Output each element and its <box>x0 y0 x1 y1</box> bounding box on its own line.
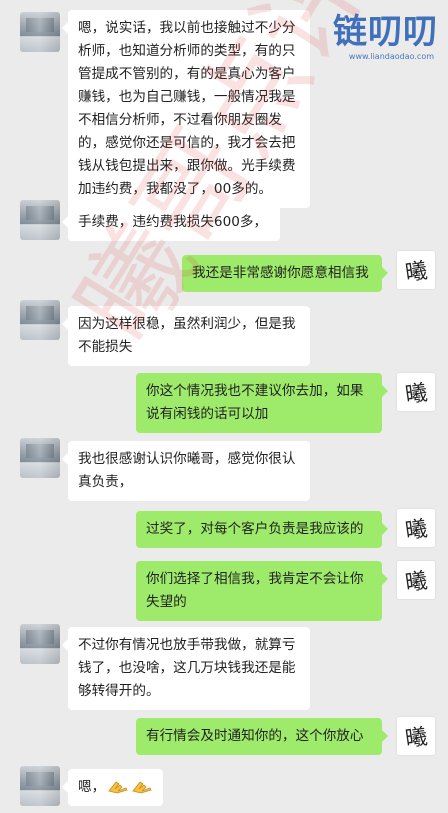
avatar-calligraphy-icon: 曦 <box>403 380 429 409</box>
message-bubble-incoming[interactable]: 我也很感谢认识你曦哥，感觉你很认真负责， <box>62 441 310 501</box>
contact-avatar[interactable] <box>20 624 60 664</box>
user-avatar[interactable]: 曦 <box>396 508 436 548</box>
message-bubble-incoming[interactable]: 嗯，说实话，我以前也接触过不少分析师，也知道分析师的类型，有的只管提成不管别的，… <box>62 10 310 208</box>
avatar-calligraphy-icon: 曦 <box>403 258 429 287</box>
message-bubble-outgoing[interactable]: 我还是非常感谢你愿意相信我 <box>182 255 388 292</box>
avatar-calligraphy-icon: 曦 <box>403 568 429 597</box>
contact-avatar[interactable] <box>20 438 60 478</box>
message-bubble-incoming[interactable]: 嗯， <box>61 769 164 806</box>
user-avatar[interactable]: 曦 <box>396 372 436 412</box>
message-bubble-outgoing[interactable]: 你这个情况我也不建议你去加，如果说有闲钱的话可以加 <box>136 373 388 433</box>
message-text: 嗯， <box>78 779 106 795</box>
message-bubble-outgoing[interactable]: 有行情会及时通知你的，这个你放心 <box>136 718 388 755</box>
avatar-calligraphy-icon: 曦 <box>403 516 429 545</box>
contact-avatar[interactable] <box>20 12 60 52</box>
clap-hands-emoji <box>132 781 152 794</box>
contact-avatar[interactable] <box>20 766 60 806</box>
chat-window: 嗯，说实话，我以前也接触过不少分析师，也知道分析师的类型，有的只管提成不管别的，… <box>0 0 448 813</box>
clap-hands-emoji <box>108 781 128 794</box>
message-bubble-incoming[interactable]: 不过你有情况也放手带我做，就算亏钱了，也没啥，这几万块钱我还是能够转得开的。 <box>62 627 310 710</box>
watermark-logo: 链叨叨 <box>333 12 438 52</box>
watermark-url: www.liandaodao.com <box>348 52 434 61</box>
contact-avatar[interactable] <box>20 300 60 340</box>
user-avatar[interactable]: 曦 <box>396 560 436 600</box>
contact-avatar[interactable] <box>20 200 60 240</box>
message-bubble-incoming[interactable]: 因为这样很稳，虽然利润少，但是我不能损失 <box>62 306 310 366</box>
message-bubble-outgoing[interactable]: 你们选择了相信我，我肯定不会让你失望的 <box>136 561 388 621</box>
avatar-calligraphy-icon: 曦 <box>403 724 429 753</box>
user-avatar[interactable]: 曦 <box>396 716 436 756</box>
message-bubble-incoming[interactable]: 手续费，违约费我损失600多， <box>62 204 280 241</box>
message-bubble-outgoing[interactable]: 过奖了，对每个客户负责是我应该的 <box>136 511 388 548</box>
user-avatar[interactable]: 曦 <box>396 250 436 290</box>
